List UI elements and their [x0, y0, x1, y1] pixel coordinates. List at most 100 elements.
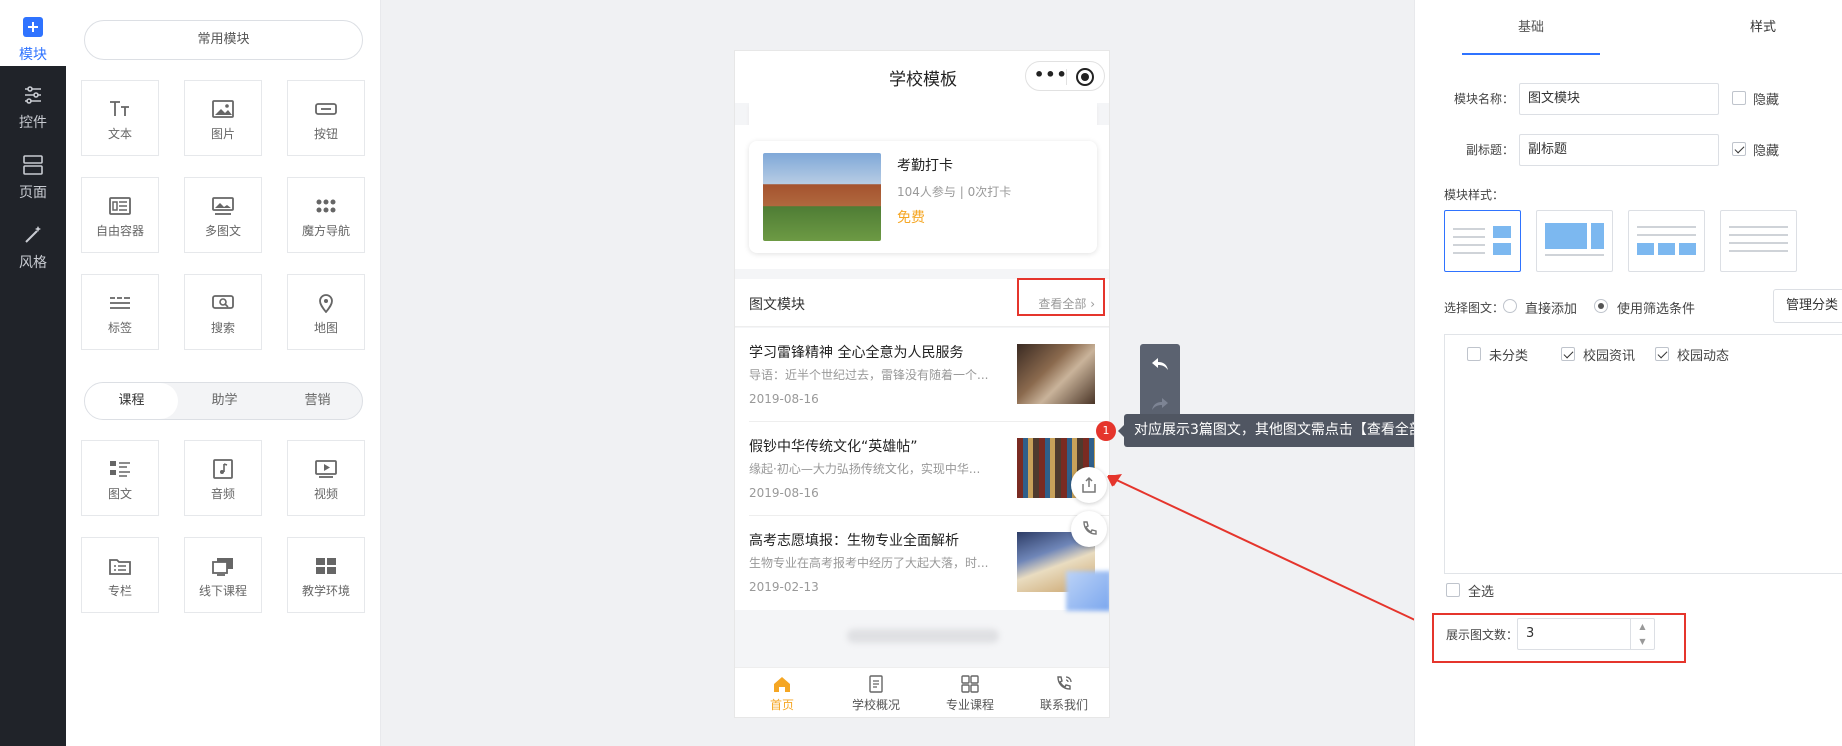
phone-float-button[interactable]	[1071, 511, 1107, 547]
tab-basic[interactable]: 基础	[1462, 0, 1600, 56]
article-icon	[110, 461, 130, 477]
nav-item-label: 风格	[19, 255, 47, 271]
style-three-column-icon	[1637, 226, 1696, 255]
module-tile-search[interactable]: 搜索	[184, 274, 262, 350]
redo-icon[interactable]	[1151, 396, 1169, 412]
article-title: 高考志愿填报：生物专业全面解析	[749, 533, 959, 549]
tile-label: 自由容器	[95, 224, 144, 238]
module-tile-image[interactable]: 图片	[184, 80, 262, 156]
radio-direct-add[interactable]	[1503, 299, 1517, 313]
multi-image-icon	[212, 197, 234, 215]
subtitle-hide-checkbox[interactable]	[1732, 142, 1746, 156]
checkin-price: 免费	[897, 210, 925, 226]
plus-square-icon	[23, 17, 43, 37]
module-tile-environment[interactable]: 教学环境	[287, 537, 365, 613]
undo-icon[interactable]	[1151, 356, 1169, 372]
environment-icon	[316, 558, 336, 574]
radio-filter[interactable]	[1594, 299, 1608, 313]
nav-item-style[interactable]: 风格	[0, 210, 66, 276]
image-icon	[212, 100, 234, 118]
tab-style[interactable]: 样式	[1700, 0, 1826, 56]
tab-study-aid[interactable]: 助学	[178, 383, 271, 419]
tabbar-label: 首页	[769, 698, 794, 712]
article-row[interactable]: 假钞中华传统文化“英雄帖” 缘起·初心—大力弘扬传统文化，实现中华... 201…	[735, 422, 1109, 516]
filter-checkbox-uncategorized[interactable]	[1467, 347, 1481, 361]
tabbar-contact[interactable]: 联系我们	[1017, 668, 1109, 713]
filter-checkbox-campus-dynamics[interactable]	[1655, 347, 1669, 361]
tile-label: 多图文	[204, 224, 241, 238]
module-style-label: 模块样式：	[1444, 188, 1505, 202]
close-target-icon[interactable]	[1076, 68, 1094, 86]
subtitle-input[interactable]: 副标题	[1519, 134, 1719, 166]
document-icon	[869, 675, 883, 693]
tile-label: 魔方导航	[301, 224, 350, 238]
column-icon	[109, 559, 131, 575]
tile-label: 线下课程	[198, 584, 247, 598]
capsule-divider	[1066, 69, 1067, 85]
article-desc: 生物专业在高考报考中经历了大起大落，时...	[749, 556, 989, 570]
module-tile-multi-image[interactable]: 多图文	[184, 177, 262, 253]
mini-app-capsule[interactable]: •••	[1025, 61, 1105, 91]
module-tile-text[interactable]: 文本	[81, 80, 159, 156]
tile-label: 图片	[210, 127, 235, 141]
module-name-input[interactable]: 图文模块	[1519, 83, 1719, 115]
module-tile-video[interactable]: 视频	[287, 440, 365, 516]
tabbar-label: 专业课程	[945, 698, 994, 712]
tabbar-school-overview[interactable]: 学校概况	[829, 668, 923, 713]
grid-dots-icon	[316, 199, 336, 213]
select-all-checkbox[interactable]	[1446, 583, 1460, 597]
checkin-meta: 104人参与 | 0次打卡	[897, 185, 1012, 199]
module-tile-cube-nav[interactable]: 魔方导航	[287, 177, 365, 253]
module-tile-map[interactable]: 地图	[287, 274, 365, 350]
article-date: 2019-08-16	[749, 486, 819, 500]
nav-item-controls[interactable]: 控件	[0, 70, 66, 136]
nav-item-modules[interactable]: 模块	[0, 0, 66, 66]
module-hide-checkbox[interactable]	[1732, 91, 1746, 105]
container-icon	[109, 197, 131, 215]
tile-label: 地图	[313, 321, 338, 335]
module-tile-column[interactable]: 专栏	[81, 537, 159, 613]
tabbar-courses[interactable]: 专业课程	[923, 668, 1017, 713]
module-tile-button[interactable]: 按钮	[287, 80, 365, 156]
style-option-three-column[interactable]	[1628, 210, 1705, 272]
module-tile-article[interactable]: 图文	[81, 440, 159, 516]
magic-wand-icon	[25, 226, 41, 243]
module-tile-offline-course[interactable]: 线下课程	[184, 537, 262, 613]
audio-icon	[213, 459, 233, 479]
more-dots-icon[interactable]: •••	[1034, 65, 1067, 84]
manage-category-button[interactable]: 管理分类	[1773, 289, 1842, 323]
nav-item-label: 控件	[19, 115, 47, 131]
article-module-title: 图文模块	[749, 297, 805, 313]
nav-item-label: 模块	[19, 47, 47, 63]
tabbar-home[interactable]: 首页	[735, 668, 829, 713]
checkin-card[interactable]: 考勤打卡 104人参与 | 0次打卡 免费	[749, 141, 1097, 253]
checkin-title: 考勤打卡	[897, 158, 953, 174]
tab-marketing[interactable]: 营销	[271, 383, 364, 419]
module-tile-container[interactable]: 自由容器	[81, 177, 159, 253]
module-category-tabs: 课程 助学 营销	[84, 382, 363, 420]
article-row[interactable]: 学习雷锋精神 全心全意为人民服务 导语：近半个世纪过去，雷锋没有随着一个... …	[735, 328, 1109, 422]
phone-tabbar: 首页 学校概况 专业课程 联系我们	[735, 667, 1109, 717]
module-tile-audio[interactable]: 音频	[184, 440, 262, 516]
common-modules-header[interactable]: 常用模块	[84, 20, 363, 60]
video-icon	[315, 460, 337, 478]
filter-label-uncategorized: 未分类	[1489, 349, 1529, 364]
nav-item-label: 页面	[19, 185, 47, 201]
blurred-footer-text	[847, 629, 999, 643]
filter-checkbox-campus-news[interactable]	[1561, 347, 1575, 361]
subtitle-label: 副标题：	[1465, 143, 1514, 157]
layout-icon	[23, 155, 43, 175]
style-option-text-only[interactable]	[1720, 210, 1797, 272]
select-all-label: 全选	[1468, 585, 1495, 600]
tab-course[interactable]: 课程	[85, 383, 178, 419]
nav-item-pages[interactable]: 页面	[0, 140, 66, 206]
article-row[interactable]: 高考志愿填报：生物专业全面解析 生物专业在高考报考中经历了大起大落，时... 2…	[735, 516, 1109, 610]
style-list-icon	[1453, 226, 1511, 255]
style-option-list-right-image[interactable]	[1444, 210, 1521, 272]
article-desc: 导语：近半个世纪过去，雷锋没有随着一个...	[749, 368, 989, 382]
share-float-button[interactable]	[1071, 467, 1107, 503]
module-tile-tag[interactable]: 标签	[81, 274, 159, 350]
style-option-big-image[interactable]	[1536, 210, 1613, 272]
search-icon	[212, 295, 234, 309]
phone-header: 学校模板 •••	[735, 51, 1109, 103]
